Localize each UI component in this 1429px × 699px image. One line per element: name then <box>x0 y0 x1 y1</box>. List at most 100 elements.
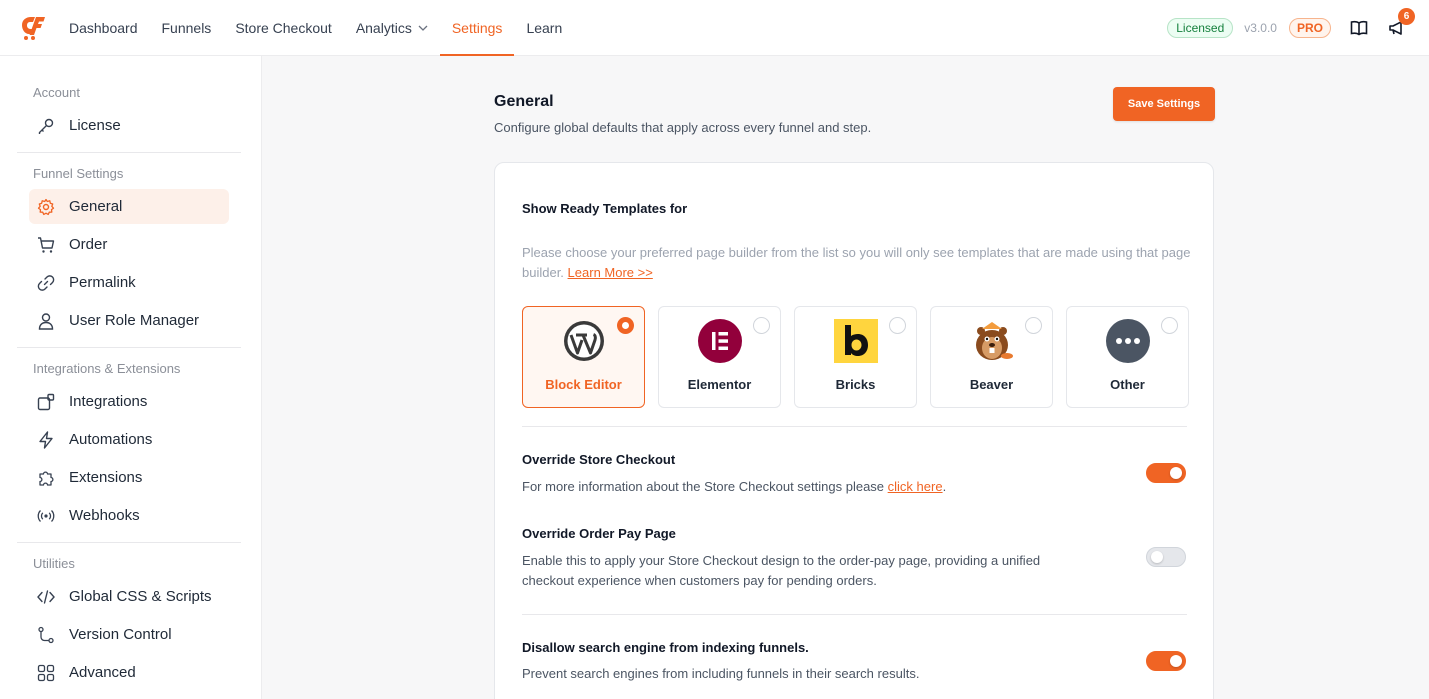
builder-radio[interactable] <box>753 317 770 334</box>
override-order-pay-toggle[interactable] <box>1146 547 1186 567</box>
sidebar-item-extensions[interactable]: Extensions <box>29 460 229 495</box>
sidebar-item-general[interactable]: General <box>29 189 229 224</box>
sidebar-item-webhooks[interactable]: Webhooks <box>29 498 229 533</box>
save-settings-button[interactable]: Save Settings <box>1113 87 1215 121</box>
builder-option-other[interactable]: Other <box>1066 306 1189 408</box>
sidebar-item-label: Permalink <box>69 274 136 291</box>
builder-radio[interactable] <box>1161 317 1178 334</box>
override-order-pay-description: Enable this to apply your Store Checkout… <box>522 551 1040 591</box>
sidebar-item-user-role-manager[interactable]: User Role Manager <box>29 303 229 338</box>
notification-count-badge: 6 <box>1398 8 1415 25</box>
templates-section-description: Please choose your preferred page builde… <box>522 243 1192 283</box>
settings-card: Show Ready Templates for Please choose y… <box>494 162 1214 699</box>
setting-desc-line: Enable this to apply your Store Checkout… <box>522 553 1041 568</box>
code-icon <box>37 588 55 606</box>
nav-funnels[interactable]: Funnels <box>150 0 224 56</box>
megaphone-icon[interactable]: 6 <box>1387 8 1415 38</box>
builder-option-block-editor[interactable]: Block Editor <box>522 306 645 408</box>
nav-label: Settings <box>451 20 503 36</box>
sidebar-item-label: Advanced <box>69 664 136 681</box>
sidebar-item-version-control[interactable]: Version Control <box>29 617 229 652</box>
sidebar-divider <box>17 542 241 543</box>
builder-option-beaver[interactable]: Beaver <box>930 306 1053 408</box>
key-icon <box>37 117 55 135</box>
bolt-icon <box>37 430 55 449</box>
nav-dashboard[interactable]: Dashboard <box>57 0 150 56</box>
cart-icon <box>37 236 55 254</box>
builder-label: Other <box>1110 377 1145 392</box>
sidebar-section-integrations: Integrations & Extensions <box>33 361 181 376</box>
nav-label: Analytics <box>355 20 412 36</box>
section-divider <box>522 426 1187 427</box>
nav-learn[interactable]: Learn <box>514 0 574 56</box>
builder-radio[interactable] <box>889 317 906 334</box>
sidebar-item-label: General <box>69 198 123 215</box>
page-description: Configure global defaults that apply acr… <box>494 120 872 135</box>
version-label: v3.0.0 <box>1244 21 1277 35</box>
sidebar-item-label: Automations <box>69 431 153 448</box>
main-nav: Dashboard Funnels Store Checkout Analyti… <box>57 0 574 56</box>
builder-option-elementor[interactable]: Elementor <box>658 306 781 408</box>
sidebar-item-global-css-scripts[interactable]: Global CSS & Scripts <box>29 579 229 614</box>
disallow-indexing-title: Disallow search engine from indexing fun… <box>522 640 809 655</box>
toggle-knob <box>1170 467 1182 479</box>
beaver-icon <box>969 318 1015 364</box>
nav-settings[interactable]: Settings <box>439 0 515 56</box>
setting-desc-line: checkout experience when customers pay f… <box>522 573 877 588</box>
sidebar-item-license[interactable]: License <box>29 108 229 143</box>
pro-badge: PRO <box>1288 18 1331 38</box>
top-right-area: Licensed v3.0.0 PRO 6 <box>1167 0 1415 56</box>
page-builder-options: Block Editor Elementor Bricks Beaver Oth… <box>522 306 1189 408</box>
settings-sidebar: Account License Funnel Settings General … <box>0 56 262 699</box>
setting-desc-text: For more information about the Store Che… <box>522 479 888 494</box>
cartflows-logo-icon[interactable] <box>18 13 48 41</box>
more-icon <box>1105 318 1151 364</box>
top-navigation-bar: Dashboard Funnels Store Checkout Analyti… <box>0 0 1429 56</box>
nav-label: Dashboard <box>69 20 138 36</box>
sidebar-item-label: User Role Manager <box>69 312 200 329</box>
section-divider <box>522 614 1187 615</box>
sidebar-item-label: Webhooks <box>69 507 140 524</box>
sidebar-section-utilities: Utilities <box>33 556 75 571</box>
nav-store-checkout[interactable]: Store Checkout <box>223 0 344 56</box>
toggle-knob <box>1170 655 1182 667</box>
user-icon <box>37 312 55 330</box>
disallow-indexing-toggle[interactable] <box>1146 651 1186 671</box>
toggle-knob <box>1151 551 1163 563</box>
sidebar-section-account: Account <box>33 85 80 100</box>
sidebar-divider <box>17 347 241 348</box>
elementor-icon <box>697 318 743 364</box>
sidebar-item-automations[interactable]: Automations <box>29 422 229 457</box>
builder-label: Beaver <box>969 377 1014 392</box>
sidebar-divider <box>17 152 241 153</box>
sidebar-section-funnel-settings: Funnel Settings <box>33 166 124 181</box>
page-title: General <box>494 93 554 110</box>
git-icon <box>37 626 55 644</box>
link-icon <box>37 274 55 292</box>
broadcast-icon <box>37 507 55 525</box>
sidebar-item-integrations[interactable]: Integrations <box>29 384 229 419</box>
setting-desc-suffix: . <box>942 479 947 494</box>
builder-radio[interactable] <box>1025 317 1042 334</box>
sidebar-item-label: Integrations <box>69 393 148 410</box>
sidebar-item-label: Global CSS & Scripts <box>69 588 212 605</box>
override-order-pay-title: Override Order Pay Page <box>522 526 676 541</box>
builder-option-bricks[interactable]: Bricks <box>794 306 917 408</box>
click-here-link[interactable]: click here <box>888 479 943 494</box>
sidebar-item-advanced[interactable]: Advanced <box>29 655 229 690</box>
book-icon[interactable] <box>1349 18 1369 38</box>
override-store-checkout-toggle[interactable] <box>1146 463 1186 483</box>
builder-label: Bricks <box>835 377 876 392</box>
grid-icon <box>37 664 55 682</box>
licensed-badge: Licensed <box>1167 18 1234 38</box>
learn-more-link[interactable]: Learn More >> <box>568 265 653 280</box>
sidebar-item-label: Extensions <box>69 469 143 486</box>
builder-radio[interactable] <box>617 317 634 334</box>
sidebar-item-label: License <box>69 117 121 134</box>
nav-analytics[interactable]: Analytics <box>344 0 440 56</box>
puzzle-icon <box>37 469 55 487</box>
sidebar-item-order[interactable]: Order <box>29 227 229 262</box>
builder-label: Block Editor <box>545 377 622 392</box>
sidebar-item-permalink[interactable]: Permalink <box>29 265 229 300</box>
chevron-down-icon <box>418 25 428 31</box>
